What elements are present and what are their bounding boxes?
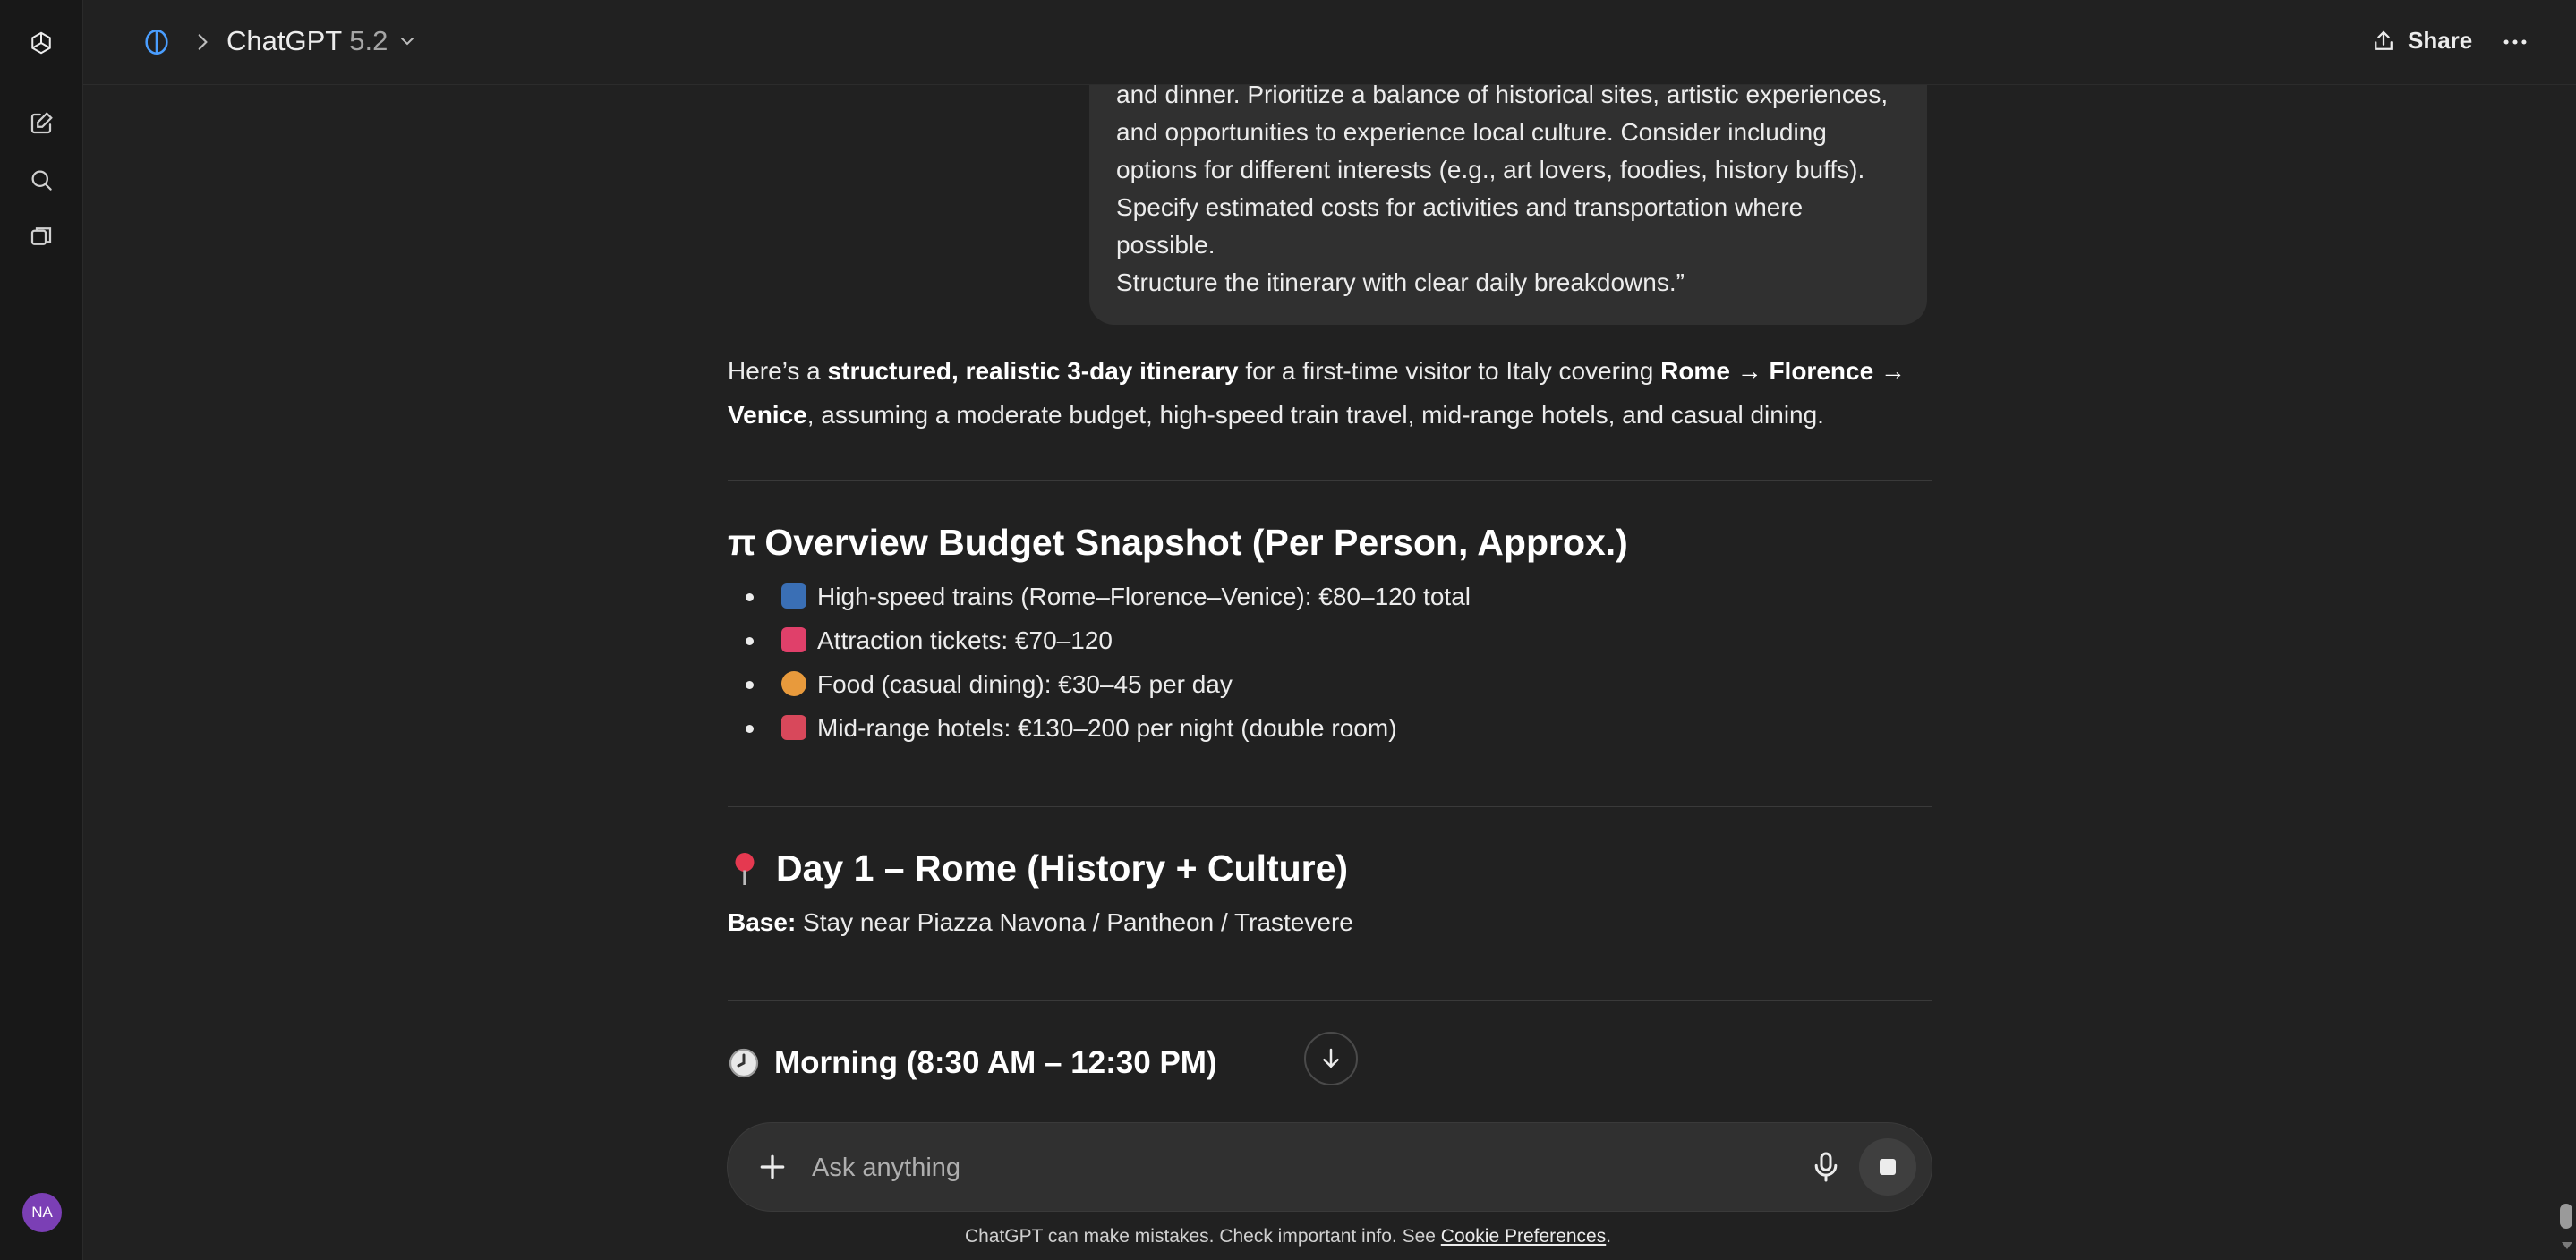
composer xyxy=(728,1123,1932,1211)
divider xyxy=(728,1000,1932,1001)
food-icon xyxy=(781,671,806,696)
share-button[interactable]: Share xyxy=(2370,27,2472,55)
divider xyxy=(728,480,1932,481)
temporary-chat-icon[interactable] xyxy=(141,27,172,57)
more-icon[interactable] xyxy=(2500,27,2530,57)
new-chat-icon[interactable] xyxy=(20,102,63,145)
list-item: Food (casual dining): €30–45 per day xyxy=(728,662,1932,706)
scrollbar-arrow-down[interactable] xyxy=(2562,1242,2572,1249)
library-icon[interactable] xyxy=(20,215,63,258)
morning-heading-text: Morning (8:30 AM – 12:30 PM) xyxy=(774,1045,1217,1080)
user-message-line: and dinner. Prioritize a balance of hist… xyxy=(1116,85,1889,108)
model-name: ChatGPT xyxy=(226,25,343,56)
user-message: and dinner. Prioritize a balance of hist… xyxy=(1089,85,1927,325)
day1-heading: Day 1 – Rome (History + Culture) xyxy=(728,847,1932,890)
search-icon[interactable] xyxy=(20,158,63,201)
budget-section: π Overview Budget Snapshot (Per Person, … xyxy=(728,522,1932,750)
budget-heading-text: Overview Budget Snapshot (Per Person, Ap… xyxy=(764,522,1628,563)
intro-text: , assuming a moderate budget, high-speed… xyxy=(806,401,1824,429)
train-icon xyxy=(781,583,806,609)
budget-heading: π Overview Budget Snapshot (Per Person, … xyxy=(728,522,1932,564)
scroll-to-bottom-button[interactable] xyxy=(1304,1032,1358,1085)
disclaimer: ChatGPT can make mistakes. Check importa… xyxy=(964,1226,1612,1247)
hotel-icon xyxy=(781,715,806,740)
day1-section: Day 1 – Rome (History + Culture) Base: S… xyxy=(728,847,1932,944)
user-message-line: and opportunities to experience local cu… xyxy=(1116,118,1827,146)
arrow-down-icon xyxy=(1318,1045,1344,1072)
pin-icon xyxy=(728,850,762,888)
user-message-line: options for different interests (e.g., a… xyxy=(1116,156,1865,183)
openai-logo-icon[interactable] xyxy=(20,21,63,64)
chevron-right-icon xyxy=(191,30,214,54)
pi-icon: π xyxy=(728,522,756,563)
top-bar: ChatGPT 5.2 Share xyxy=(83,0,2576,85)
user-message-line: Structure the itinerary with clear daily… xyxy=(1116,268,1685,296)
list-item: Mid-range hotels: €130–200 per night (do… xyxy=(728,706,1932,750)
list-item: Attraction tickets: €70–120 xyxy=(728,618,1932,662)
base-value: Stay near Piazza Navona / Pantheon / Tra… xyxy=(796,908,1353,936)
stop-icon xyxy=(1880,1159,1896,1175)
day1-heading-text: Day 1 – Rome (History + Culture) xyxy=(776,847,1349,889)
sidebar: NA xyxy=(0,0,83,1260)
model-selector[interactable]: ChatGPT 5.2 xyxy=(226,25,418,57)
intro-bold: Venice xyxy=(728,401,807,429)
response-intro: Here’s a structured, realistic 3-day iti… xyxy=(728,349,1932,437)
model-version: 5.2 xyxy=(349,25,388,56)
cookie-preferences-link[interactable]: Cookie Preferences xyxy=(1441,1226,1606,1247)
mic-icon[interactable] xyxy=(1808,1149,1844,1185)
prompt-input[interactable] xyxy=(810,1145,1709,1191)
list-item: High-speed trains (Rome–Florence–Venice)… xyxy=(728,575,1932,618)
share-icon xyxy=(2370,28,2397,55)
intro-bold: structured, realistic 3-day itinerary xyxy=(827,357,1239,385)
ticket-icon xyxy=(781,627,806,652)
clock-icon xyxy=(728,1047,760,1079)
base-label: Base: xyxy=(728,908,797,936)
budget-list: High-speed trains (Rome–Florence–Venice)… xyxy=(728,575,1932,750)
chevron-down-icon xyxy=(397,30,418,52)
share-label: Share xyxy=(2408,27,2473,54)
intro-text: for a first-time visitor to Italy coveri… xyxy=(1238,357,1661,385)
intro-text: Here’s a xyxy=(728,357,828,385)
intro-bold: Rome → Florence → xyxy=(1660,357,1906,385)
scrollbar-thumb[interactable] xyxy=(2560,1204,2572,1229)
plus-icon[interactable] xyxy=(755,1149,790,1185)
disclaimer-text: ChatGPT can make mistakes. Check importa… xyxy=(964,1226,1441,1247)
stop-button[interactable] xyxy=(1859,1138,1916,1196)
user-message-line: Specify estimated costs for activities a… xyxy=(1116,193,1804,259)
divider xyxy=(728,806,1932,807)
